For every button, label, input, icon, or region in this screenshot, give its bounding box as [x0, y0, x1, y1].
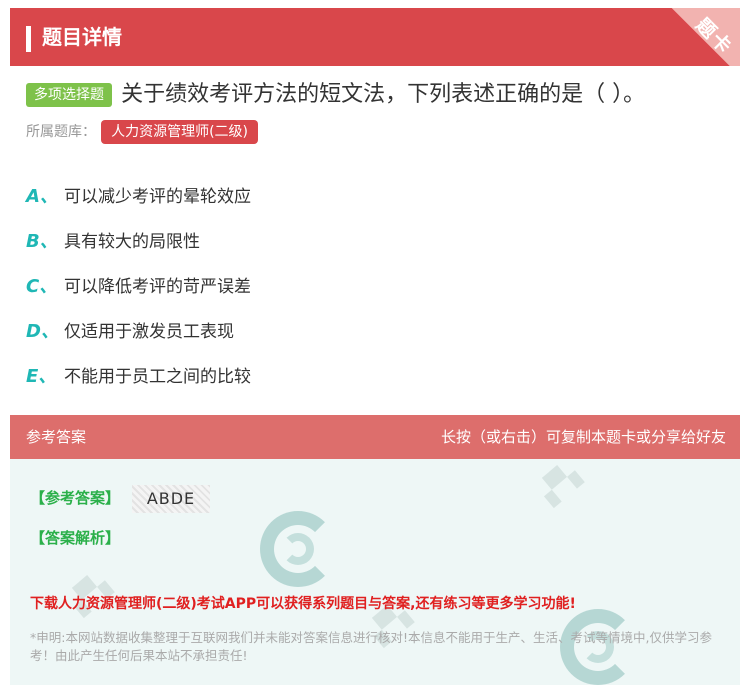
watermark-logo-icon — [260, 511, 336, 587]
option-b[interactable]: B、 具有较大的局限性 — [26, 217, 726, 262]
option-letter: D、 — [26, 320, 59, 342]
option-text: 可以降低考评的苛严误差 — [64, 277, 251, 297]
watermark-glyph: ▞▚ — [535, 459, 585, 509]
option-letter: B、 — [26, 230, 58, 252]
question-text: 关于绩效考评方法的短文法，下列表述正确的是（ ）。 — [121, 82, 646, 107]
answer-key-value: ABDE — [132, 485, 210, 513]
option-letter: A、 — [26, 185, 58, 207]
answer-section-label: 参考答案 — [26, 428, 87, 446]
option-text: 可以减少考评的晕轮效应 — [64, 187, 251, 207]
answer-section-header: 参考答案 长按（或右击）可复制本题卡或分享给好友 — [10, 415, 740, 459]
page-header: 题目详情 题卡 — [10, 8, 740, 66]
option-text: 不能用于员工之间的比较 — [64, 367, 251, 387]
question-bank-label: 所属题库： — [26, 124, 96, 140]
question-bank-row: 所属题库： 人力资源管理师(二级) — [26, 120, 259, 146]
option-a[interactable]: A、 可以减少考评的晕轮效应 — [26, 172, 726, 217]
question-block: 多项选择题 关于绩效考评方法的短文法，下列表述正确的是（ ）。 — [26, 80, 736, 110]
option-c[interactable]: C、 可以降低考评的苛严误差 — [26, 262, 726, 307]
option-letter: C、 — [26, 275, 58, 297]
disclaimer-text: *申明:本网站数据收集整理于互联网我们并未能对答案信息进行核对!本信息不能用于生… — [30, 630, 712, 663]
option-text: 仅适用于激发员工表现 — [64, 322, 234, 342]
header-accent-bar — [26, 26, 31, 52]
answer-body: ▞▚ ▞▚ ▞▚ 【参考答案】 ABDE 【答案解析】 下载人力资源管理师(二级… — [10, 459, 740, 685]
app-promo-link[interactable]: 下载人力资源管理师(二级)考试APP可以获得系列题目与答案,还有练习等更多学习功… — [30, 593, 576, 613]
options-list: A、 可以减少考评的晕轮效应 B、 具有较大的局限性 C、 可以降低考评的苛严误… — [26, 172, 726, 397]
option-letter: E、 — [26, 365, 57, 387]
question-type-badge: 多项选择题 — [26, 83, 112, 107]
question-bank-tag[interactable]: 人力资源管理师(二级) — [101, 120, 259, 144]
page-title: 题目详情 — [42, 25, 122, 49]
answer-explain-label: 【答案解析】 — [30, 529, 121, 547]
option-d[interactable]: D、 仅适用于激发员工表现 — [26, 307, 726, 352]
answer-key-label: 【参考答案】 — [30, 489, 121, 507]
share-hint: 长按（或右击）可复制本题卡或分享给好友 — [440, 428, 726, 446]
option-e[interactable]: E、 不能用于员工之间的比较 — [26, 352, 726, 397]
option-text: 具有较大的局限性 — [64, 232, 200, 252]
